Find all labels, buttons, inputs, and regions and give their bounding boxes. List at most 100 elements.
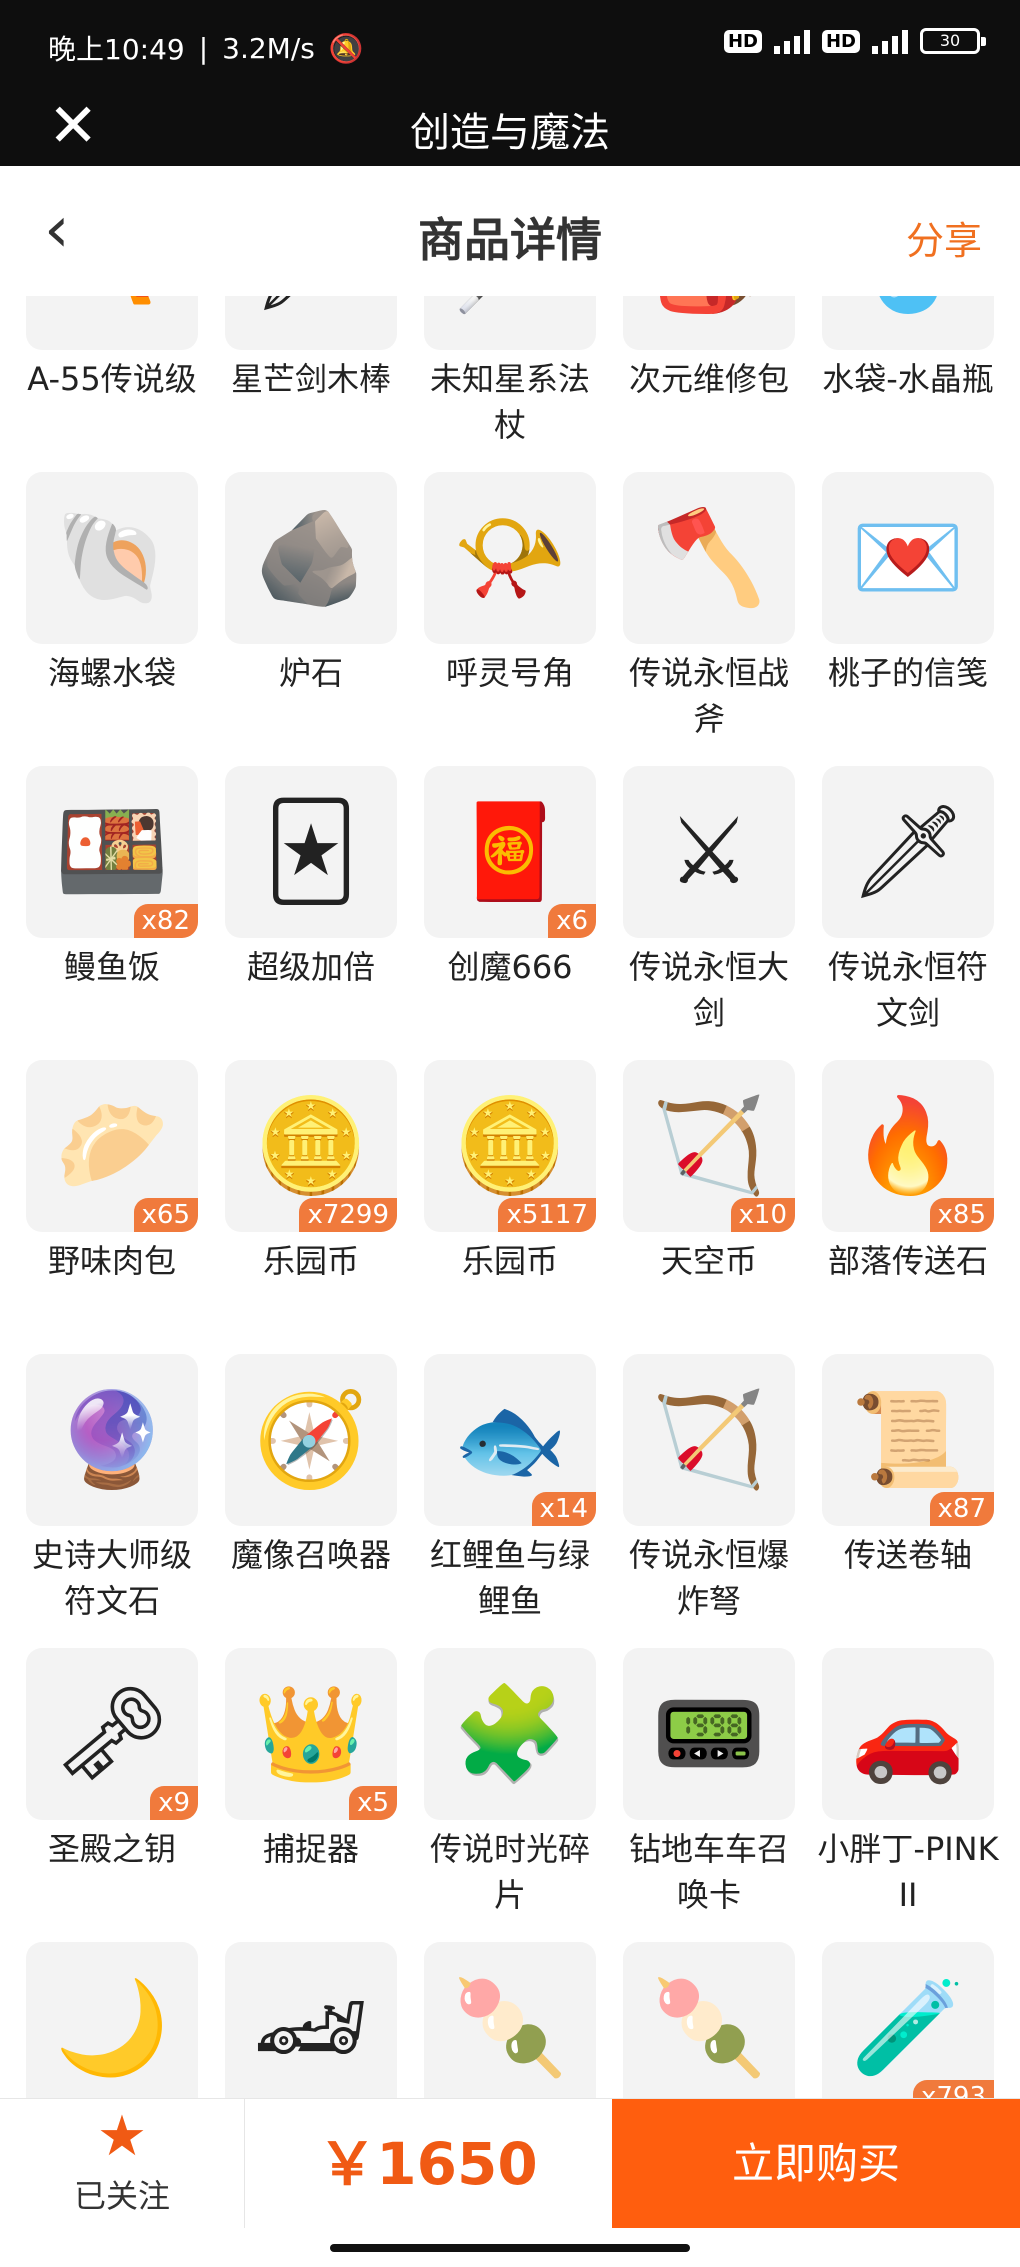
item-cell[interactable]: 🧪 x793 bbox=[822, 1942, 994, 2098]
item-cell[interactable]: 🏹 x10 天空币 bbox=[623, 1060, 795, 1354]
item-image-icon: 🪄 bbox=[453, 296, 568, 310]
item-cell[interactable]: 🔫 A-55传说级 bbox=[26, 296, 198, 472]
item-thumbnail: 🧭 bbox=[225, 1354, 397, 1526]
item-cell[interactable]: 💧 水袋-水晶瓶 bbox=[822, 296, 994, 472]
item-thumbnail: 🐟 x14 bbox=[424, 1354, 596, 1526]
item-image-icon: 🌙 bbox=[54, 1974, 170, 2081]
item-name: 史诗大师级符文石 bbox=[31, 1536, 192, 1620]
item-count-badge: x85 bbox=[929, 1198, 994, 1232]
item-cell[interactable]: 📜 x87 传送卷轴 bbox=[822, 1354, 994, 1648]
item-image-icon: 🧧 bbox=[452, 798, 568, 905]
item-cell[interactable]: 🔮 史诗大师级符文石 bbox=[26, 1354, 198, 1648]
item-image-icon: 📯 bbox=[452, 504, 568, 611]
item-cell[interactable]: 🎒 次元维修包 bbox=[623, 296, 795, 472]
item-thumbnail: 🏹 x10 bbox=[623, 1060, 795, 1232]
item-count-badge: x5 bbox=[349, 1786, 397, 1820]
item-thumbnail: 🔫 bbox=[26, 296, 198, 350]
item-cell[interactable]: 🪨 炉石 bbox=[225, 472, 397, 766]
star-icon: ★ bbox=[96, 2104, 148, 2169]
item-name: 红鲤鱼与绿鲤鱼 bbox=[429, 1536, 590, 1620]
network-speed: 3.2M/s bbox=[222, 31, 315, 65]
item-cell[interactable]: 🥟 x65 野味肉包 bbox=[26, 1060, 198, 1354]
item-thumbnail: 🪙 x7299 bbox=[225, 1060, 397, 1232]
item-cell[interactable]: 🐟 x14 红鲤鱼与绿鲤鱼 bbox=[424, 1354, 596, 1648]
item-name: 乐园币 bbox=[262, 1242, 359, 1280]
status-bar: 晚上10:49 | 3.2M/s 🔕 HD HD 30 bbox=[0, 0, 1020, 90]
item-image-icon: 🍡 bbox=[651, 1974, 767, 2081]
item-cell[interactable]: 🪄 未知星系法杖 bbox=[424, 296, 596, 472]
item-cell[interactable]: 📯 呼灵号角 bbox=[424, 472, 596, 766]
item-cell[interactable]: 🪙 x7299 乐园币 bbox=[225, 1060, 397, 1354]
item-name: 传说时光碎片 bbox=[429, 1830, 590, 1914]
follow-button[interactable]: ★ 已关注 bbox=[0, 2099, 245, 2229]
item-cell[interactable]: 🧩 传说时光碎片 bbox=[424, 1648, 596, 1942]
separator: | bbox=[198, 31, 209, 65]
item-cell[interactable]: 🗝 x9 圣殿之钥 bbox=[26, 1648, 198, 1942]
item-count-badge: x9 bbox=[150, 1786, 198, 1820]
item-count-badge: x14 bbox=[531, 1492, 596, 1526]
item-image-icon: 🪓 bbox=[651, 504, 767, 611]
item-image-icon: 🪨 bbox=[253, 504, 369, 611]
item-count-badge: x6 bbox=[548, 904, 596, 938]
item-name: 魔像召唤器 bbox=[230, 1536, 391, 1574]
item-count-badge: x87 bbox=[929, 1492, 994, 1526]
item-image-icon: 🗡 bbox=[253, 296, 370, 310]
item-cell[interactable]: 🚗 小胖丁-PINK II bbox=[817, 1648, 999, 1942]
item-name: 未知星系法杖 bbox=[429, 360, 590, 444]
item-image-icon: 🗝 bbox=[53, 1680, 171, 1787]
item-thumbnail: 🗝 x9 bbox=[26, 1648, 198, 1820]
item-cell[interactable]: 🍱 x82 鳗鱼饭 bbox=[26, 766, 198, 1060]
item-image-icon: 🔥 bbox=[850, 1092, 966, 1199]
item-cell[interactable]: 📟 钻地车车召唤卡 bbox=[623, 1648, 795, 1942]
item-name: 传说永恒大剑 bbox=[628, 948, 789, 1032]
item-cell[interactable]: 👑 x5 捕捉器 bbox=[225, 1648, 397, 1942]
item-cell[interactable]: 🔥 x85 部落传送石 bbox=[822, 1060, 994, 1354]
item-image-icon: 🪙 bbox=[253, 1092, 369, 1199]
item-name: 钻地车车召唤卡 bbox=[628, 1830, 789, 1914]
item-cell[interactable]: 🗡 星芒剑木棒 bbox=[225, 296, 397, 472]
item-cell[interactable]: 🧭 魔像召唤器 bbox=[225, 1354, 397, 1648]
home-indicator[interactable] bbox=[330, 2244, 690, 2252]
item-thumbnail: 🧪 x793 bbox=[822, 1942, 994, 2098]
item-thumbnail: ⚔ bbox=[623, 766, 795, 938]
item-cell[interactable]: 🗡 传说永恒符文剑 bbox=[822, 766, 994, 1060]
item-thumbnail: 🔥 x85 bbox=[822, 1060, 994, 1232]
item-image-icon: ⚔ bbox=[667, 798, 751, 905]
item-image-icon: 🏹 bbox=[651, 1092, 767, 1199]
item-cell[interactable]: 🪓 传说永恒战斧 bbox=[623, 472, 795, 766]
signal-icon bbox=[773, 28, 810, 54]
item-thumbnail: 🪨 bbox=[225, 472, 397, 644]
item-cell[interactable]: 🍡 bbox=[623, 1942, 795, 2098]
item-cell[interactable]: 🐚 海螺水袋 bbox=[26, 472, 198, 766]
item-cell[interactable]: 🧧 x6 创魔666 bbox=[424, 766, 596, 1060]
item-cell[interactable]: 💌 桃子的信笺 bbox=[822, 472, 994, 766]
item-name: A-55传说级 bbox=[27, 360, 197, 398]
item-thumbnail: 🗡 bbox=[822, 766, 994, 938]
signal-icon-2 bbox=[872, 28, 908, 54]
item-name: 传说永恒爆炸弩 bbox=[628, 1536, 789, 1620]
item-cell[interactable]: 🌙 bbox=[26, 1942, 198, 2098]
item-image-icon: 👑 bbox=[253, 1680, 369, 1787]
item-image-icon: 🏹 bbox=[651, 1386, 767, 1493]
item-name: 传说永恒战斧 bbox=[628, 654, 789, 738]
item-image-icon: 🥟 bbox=[54, 1092, 170, 1199]
item-cell[interactable]: 🪙 x5117 乐园币 bbox=[424, 1060, 596, 1354]
item-grid-viewport[interactable]: 🔫 A-55传说级 🗡 星芒剑木棒 🪄 未知星系法杖 🎒 次元维修包 💧 水袋-水晶瓶 🐚 海螺水袋 🪨… bbox=[0, 296, 1020, 2098]
item-thumbnail: 🔮 bbox=[26, 1354, 198, 1526]
hd-badge: HD bbox=[723, 29, 762, 53]
hd-badge-2: HD bbox=[821, 29, 860, 53]
item-count-badge: x82 bbox=[133, 904, 198, 938]
buy-now-button[interactable]: 立即购买 bbox=[612, 2099, 1020, 2229]
share-button[interactable]: 分享 bbox=[906, 210, 982, 265]
item-image-icon: 💧 bbox=[851, 296, 966, 310]
item-image-icon: 📜 bbox=[850, 1386, 966, 1493]
item-cell[interactable]: ⚔ 传说永恒大剑 bbox=[623, 766, 795, 1060]
item-cell[interactable]: 🍡 bbox=[424, 1942, 596, 2098]
item-cell[interactable]: 🏎 bbox=[225, 1942, 397, 2098]
item-cell[interactable]: 🏹 传说永恒爆炸弩 bbox=[623, 1354, 795, 1648]
item-thumbnail: 🪙 x5117 bbox=[424, 1060, 596, 1232]
item-cell[interactable]: 🃏 超级加倍 bbox=[225, 766, 397, 1060]
item-name: 炉石 bbox=[278, 654, 343, 692]
page-title: 商品详情 bbox=[418, 213, 602, 267]
item-thumbnail: 🍡 bbox=[424, 1942, 596, 2098]
